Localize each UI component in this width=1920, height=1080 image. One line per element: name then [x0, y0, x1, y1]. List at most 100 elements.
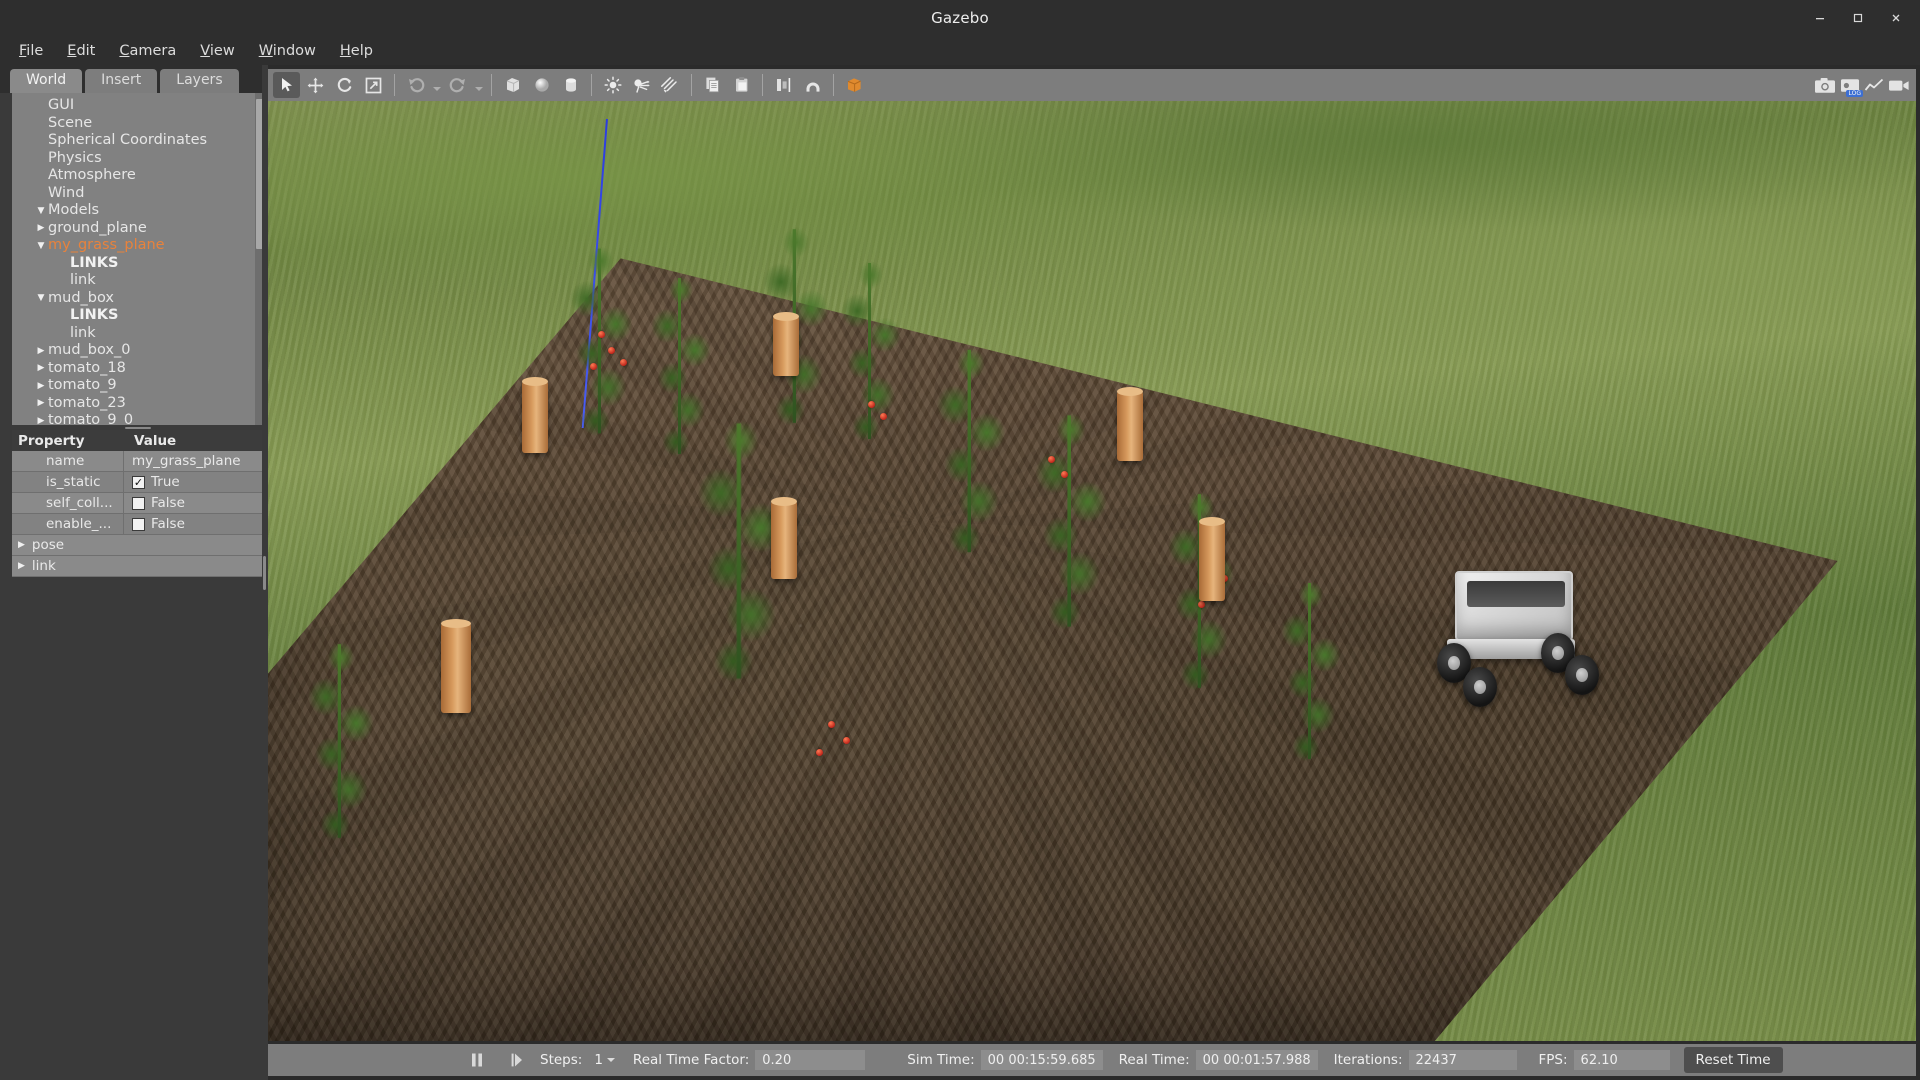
wooden-post[interactable] [522, 377, 548, 453]
menu-camera[interactable]: Camera [108, 39, 187, 63]
menu-help[interactable]: Help [329, 39, 384, 63]
wooden-post[interactable] [1117, 387, 1143, 461]
tomato-plant[interactable] [293, 631, 389, 851]
rotate-mode-button[interactable] [331, 72, 358, 98]
tree-item-scene[interactable]: Scene [12, 115, 264, 133]
tomato-plant[interactable] [1268, 571, 1354, 771]
menu-edit[interactable]: Edit [56, 39, 106, 63]
log-record-button[interactable]: LOG [1840, 77, 1863, 97]
chevron-right-icon[interactable]: ▶ [34, 398, 48, 408]
screenshot-button[interactable] [1814, 77, 1836, 94]
chevron-right-icon[interactable]: ▶ [34, 346, 48, 356]
tree-item-link[interactable]: link [12, 272, 264, 290]
maximize-button[interactable] [1840, 3, 1876, 33]
wooden-post[interactable] [773, 312, 799, 376]
tree-item-links[interactable]: LINKS [12, 307, 264, 325]
tree-item-tomato-18[interactable]: ▶ tomato_18 [12, 360, 264, 378]
tree-item-gui[interactable]: GUI [12, 97, 264, 115]
tree-item-models[interactable]: ▼ Models [12, 202, 264, 220]
redo-dropdown-caret[interactable] [472, 72, 485, 98]
gazebo-3d-viewport[interactable] [268, 101, 1916, 1041]
tree-item-ground-plane[interactable]: ▶ ground_plane [12, 220, 264, 238]
wooden-post[interactable] [441, 619, 471, 713]
tree-item-spherical-coordinates[interactable]: Spherical Coordinates [12, 132, 264, 150]
chevron-down-icon[interactable]: ▼ [34, 241, 48, 251]
redo-button[interactable] [444, 72, 471, 98]
view-cube-icon [847, 78, 861, 92]
steps-spinner[interactable]: 1 [594, 1052, 615, 1068]
close-button[interactable] [1878, 3, 1914, 33]
chevron-down-icon[interactable]: ▼ [34, 293, 48, 303]
chevron-right-icon[interactable]: ▶ [34, 416, 48, 425]
property-group-pose[interactable]: ▶ pose [12, 535, 264, 556]
toolbar-separator [691, 74, 692, 96]
checkbox-unchecked-icon[interactable] [132, 517, 145, 531]
wooden-post[interactable] [1199, 517, 1225, 601]
undo-button[interactable] [402, 72, 429, 98]
video-record-button[interactable] [1888, 77, 1910, 94]
pause-button[interactable] [464, 1047, 490, 1073]
point-light-button[interactable] [599, 72, 626, 98]
world-tree[interactable]: GUI Scene Spherical Coordinates Physics Atmo… [12, 93, 264, 425]
align-button[interactable] [770, 72, 797, 98]
panel-splitter[interactable] [12, 426, 264, 430]
minimize-button[interactable] [1802, 3, 1838, 33]
chevron-right-icon[interactable]: ▶ [34, 223, 48, 233]
copy-button[interactable] [699, 72, 726, 98]
chevron-right-icon[interactable]: ▶ [34, 363, 48, 373]
property-value[interactable]: False [124, 514, 264, 534]
tomato-plant[interactable] [1019, 401, 1123, 641]
tree-item-mud-box-0[interactable]: ▶ mud_box_0 [12, 342, 264, 360]
spot-light-button[interactable] [628, 72, 655, 98]
checkbox-unchecked-icon[interactable] [132, 496, 145, 510]
menu-window[interactable]: Window [248, 39, 327, 63]
tab-insert[interactable]: Insert [85, 68, 158, 93]
tab-world[interactable]: World [10, 68, 83, 93]
table-row[interactable]: is_static ✓ True [12, 472, 264, 493]
checkbox-checked-icon[interactable]: ✓ [132, 475, 145, 489]
insert-sphere-button[interactable] [528, 72, 555, 98]
tab-layers[interactable]: Layers [160, 68, 239, 93]
wooden-post[interactable] [771, 497, 797, 579]
tomato-plant[interactable] [555, 236, 647, 446]
tree-item-tomato-9[interactable]: ▶ tomato_9 [12, 377, 264, 395]
paste-button[interactable] [728, 72, 755, 98]
snap-button[interactable] [799, 72, 826, 98]
tree-item-links[interactable]: LINKS [12, 255, 264, 273]
chevron-right-icon[interactable]: ▶ [34, 381, 48, 391]
tree-item-wind[interactable]: Wind [12, 185, 264, 203]
menu-file[interactable]: File [8, 39, 54, 63]
table-row[interactable]: self_coll... False [12, 493, 264, 514]
chevron-down-icon[interactable]: ▼ [34, 206, 48, 216]
tomato-plant[interactable] [828, 251, 914, 451]
tree-item-tomato-9-0[interactable]: ▶ tomato_9_0 [12, 412, 264, 425]
directional-light-button[interactable] [657, 72, 684, 98]
table-row[interactable]: name my_grass_plane [12, 451, 264, 472]
translate-mode-button[interactable] [302, 72, 329, 98]
plot-button[interactable] [1864, 77, 1884, 94]
menubar: File Edit Camera View Window Help [0, 36, 1920, 65]
tree-item-label: Scene [48, 114, 93, 131]
tree-item-atmosphere[interactable]: Atmosphere [12, 167, 264, 185]
insert-cylinder-button[interactable] [557, 72, 584, 98]
property-group-link[interactable]: ▶ link [12, 556, 264, 577]
tree-item-link[interactable]: link [12, 325, 264, 343]
property-value[interactable]: ✓ True [124, 472, 264, 492]
menu-view[interactable]: View [189, 39, 245, 63]
reset-time-button[interactable]: Reset Time [1683, 1047, 1783, 1073]
property-value[interactable]: False [124, 493, 264, 513]
property-value[interactable]: my_grass_plane [124, 451, 264, 471]
tomato-plant[interactable] [921, 336, 1021, 566]
table-row[interactable]: enable_... False [12, 514, 264, 535]
select-mode-button[interactable] [273, 72, 300, 98]
step-button[interactable] [504, 1047, 530, 1073]
tree-item-mud-box[interactable]: ▼ mud_box [12, 290, 264, 308]
tree-item-tomato-23[interactable]: ▶ tomato_23 [12, 395, 264, 413]
undo-dropdown-caret[interactable] [430, 72, 443, 98]
view-angle-button[interactable] [841, 72, 868, 98]
chevron-down-icon[interactable] [606, 1058, 615, 1062]
tree-item-physics[interactable]: Physics [12, 150, 264, 168]
tree-item-my-grass-plane[interactable]: ▼ my_grass_plane [12, 237, 264, 255]
insert-box-button[interactable] [499, 72, 526, 98]
scale-mode-button[interactable] [360, 72, 387, 98]
